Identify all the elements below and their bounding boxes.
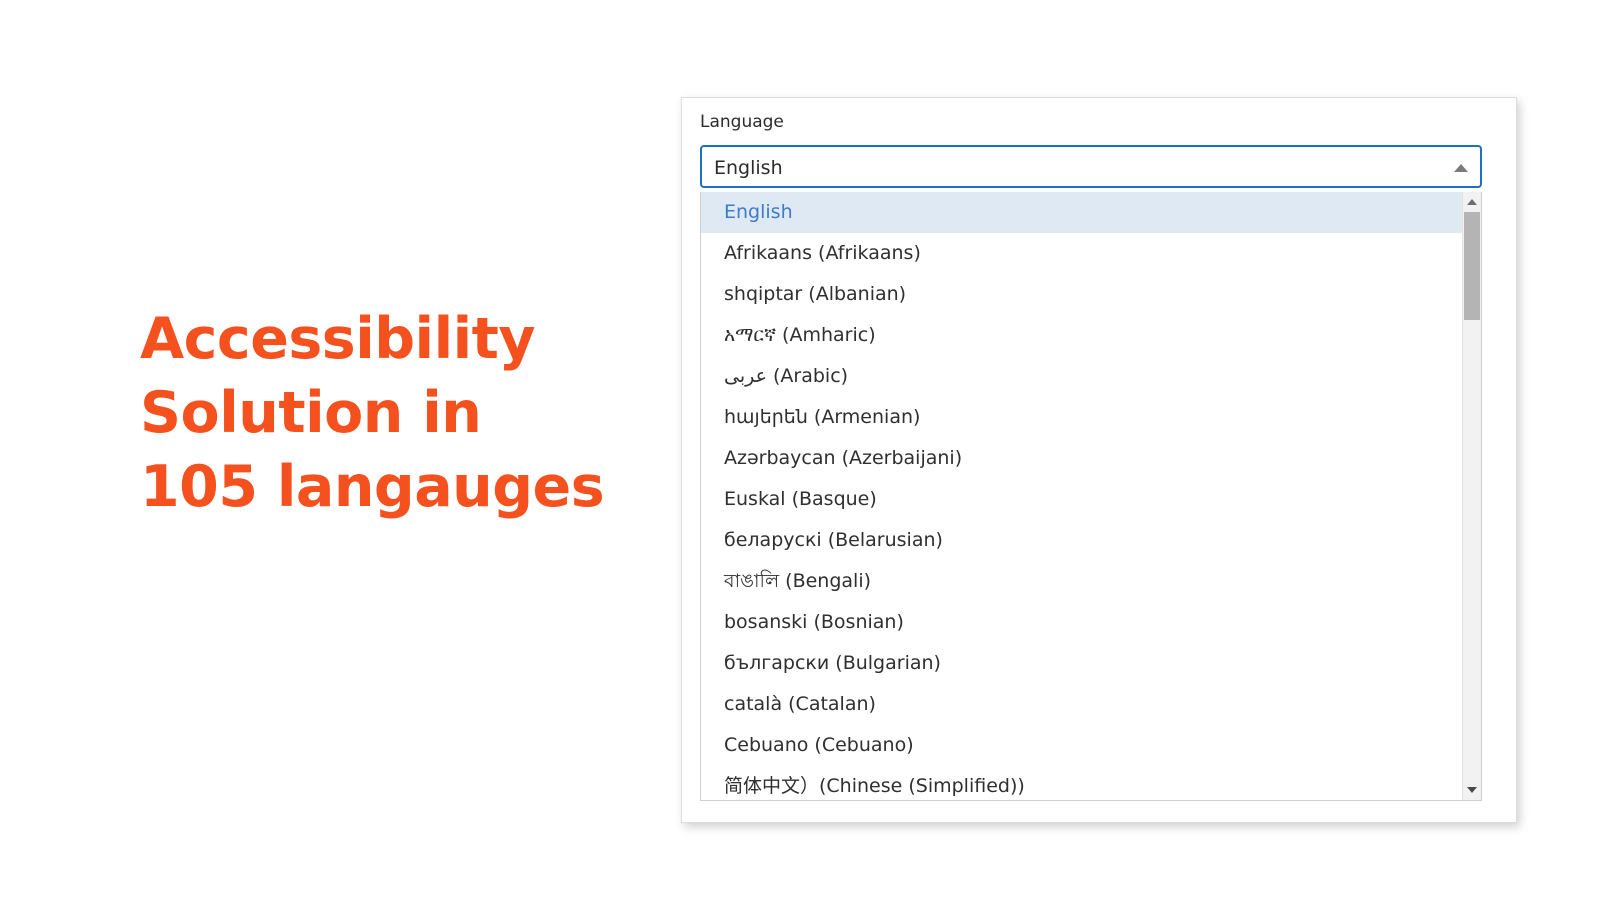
headline-line-1: Accessibility	[140, 302, 610, 376]
scrollbar-thumb[interactable]	[1464, 212, 1480, 320]
language-option[interactable]: shqiptar (Albanian)	[701, 274, 1462, 315]
language-option[interactable]: български (Bulgarian)	[701, 643, 1462, 684]
language-option[interactable]: አማርኛ (Amharic)	[701, 315, 1462, 356]
option-list-scrollbar[interactable]	[1462, 192, 1481, 800]
language-option[interactable]: català (Catalan)	[701, 684, 1462, 725]
language-option[interactable]: عربى (Arabic)	[701, 356, 1462, 397]
language-option[interactable]: հայերեն (Armenian)	[701, 397, 1462, 438]
headline-line-2: Solution in	[140, 376, 610, 450]
headline: Accessibility Solution in 105 langauges	[140, 302, 610, 524]
scroll-down-arrow-icon	[1467, 787, 1477, 793]
scroll-down-button[interactable]	[1463, 781, 1481, 799]
language-option[interactable]: Afrikaans (Afrikaans)	[701, 233, 1462, 274]
language-field-label: Language	[700, 112, 784, 132]
headline-line-3: 105 langauges	[140, 450, 610, 524]
scroll-up-arrow-icon	[1467, 199, 1477, 205]
language-option[interactable]: беларускі (Belarusian)	[701, 520, 1462, 561]
language-option[interactable]: bosanski (Bosnian)	[701, 602, 1462, 643]
language-option[interactable]: Azərbaycan (Azerbaijani)	[701, 438, 1462, 479]
language-option[interactable]: 简体中文）(Chinese (Simplified))	[701, 766, 1462, 801]
language-selector-panel: Language English EnglishAfrikaans (Afrik…	[681, 97, 1517, 823]
scroll-up-button[interactable]	[1463, 193, 1481, 211]
language-combobox-value: English	[714, 156, 783, 180]
language-option[interactable]: বাঙালি (Bengali)	[701, 561, 1462, 602]
language-option[interactable]: Euskal (Basque)	[701, 479, 1462, 520]
language-combobox[interactable]: English	[700, 145, 1482, 188]
chevron-up-icon[interactable]	[1454, 164, 1468, 172]
language-option[interactable]: English	[701, 192, 1462, 233]
language-option[interactable]: Cebuano (Cebuano)	[701, 725, 1462, 766]
language-option-list[interactable]: EnglishAfrikaans (Afrikaans)shqiptar (Al…	[700, 192, 1482, 801]
option-rows: EnglishAfrikaans (Afrikaans)shqiptar (Al…	[701, 192, 1462, 801]
